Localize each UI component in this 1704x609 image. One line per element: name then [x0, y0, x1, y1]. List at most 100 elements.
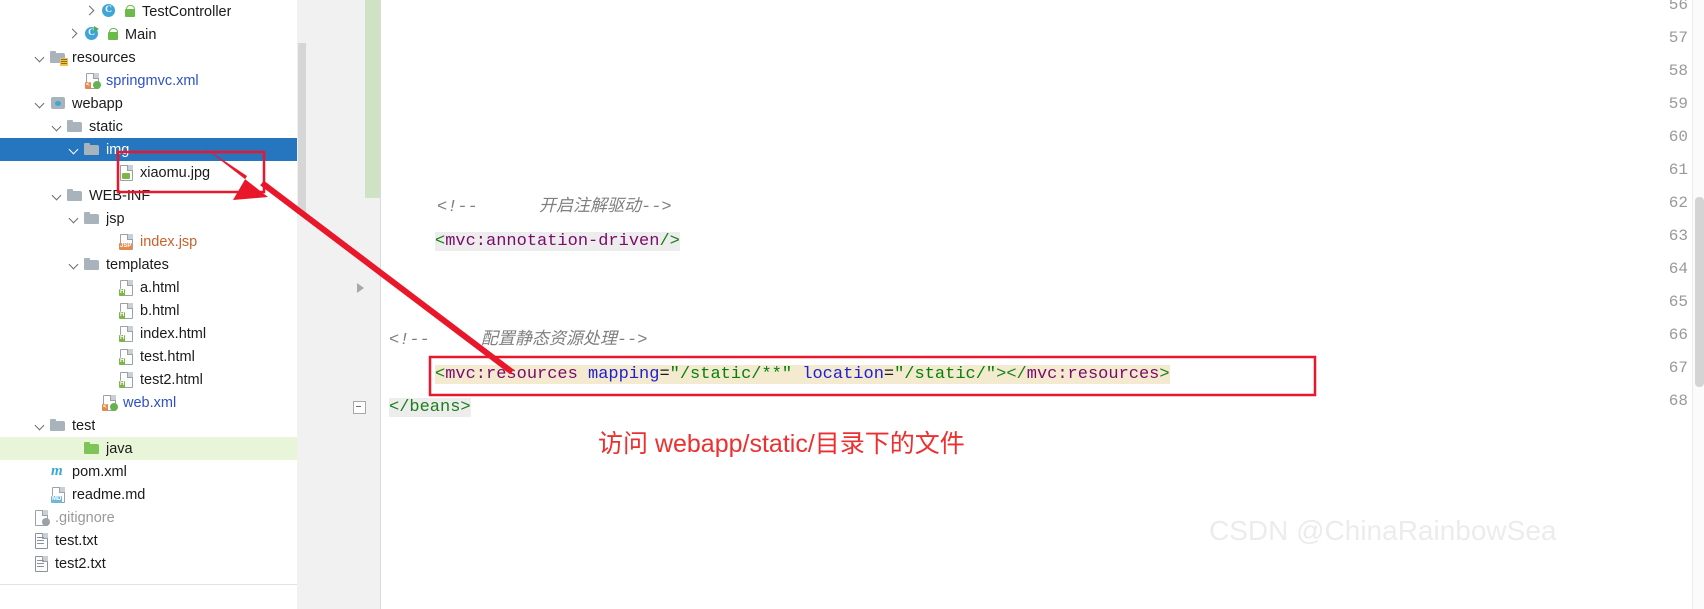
- tree-item-label: TestController: [142, 3, 232, 20]
- line-number: 59: [1668, 95, 1688, 113]
- tree-item-label: springmvc.xml: [106, 72, 199, 89]
- folder-icon: [84, 141, 101, 158]
- tree-item-test2-txt[interactable]: test2.txt: [0, 552, 297, 575]
- tree-item-label: .gitignore: [55, 509, 115, 526]
- tree-item-label: img: [106, 141, 130, 158]
- no-chevron-spacer: [68, 442, 81, 455]
- folder-green-icon: [84, 440, 101, 457]
- tree-item-label: b.html: [140, 302, 180, 319]
- no-chevron-spacer: [85, 396, 98, 409]
- tree-item-webapp[interactable]: webapp: [0, 92, 297, 115]
- tree-item-test-html[interactable]: Htest.html: [0, 345, 297, 368]
- tree-item-label: pom.xml: [72, 463, 127, 480]
- tree-item-jsp[interactable]: jsp: [0, 207, 297, 230]
- fold-collapse-icon[interactable]: [353, 401, 366, 414]
- tree-item-pom-xml[interactable]: m pom.xml: [0, 460, 297, 483]
- tree-item-label: index.html: [140, 325, 207, 342]
- no-chevron-spacer: [34, 465, 47, 478]
- tree-item-label: test2.txt: [55, 555, 106, 572]
- project-tree-panel[interactable]: C TestController C Main resources < springmvc.…: [0, 0, 297, 609]
- tree-item-xiaomu-jpg[interactable]: xiaomu.jpg: [0, 161, 297, 184]
- folder-icon: [50, 417, 67, 434]
- folder-icon: [67, 187, 84, 204]
- tree-item-templates[interactable]: templates: [0, 253, 297, 276]
- line-number: 66: [1668, 326, 1688, 344]
- code-line-beans-close[interactable]: </beans>: [389, 396, 471, 420]
- tree-item-web-xml[interactable]: < web.xml: [0, 391, 297, 414]
- no-chevron-spacer: [17, 511, 30, 524]
- html-file-icon: H: [118, 371, 135, 388]
- tree-item-b-html[interactable]: Hb.html: [0, 299, 297, 322]
- folder-icon: [84, 256, 101, 273]
- tree-item-index-jsp[interactable]: JSP index.jsp: [0, 230, 297, 253]
- tree-item-springmvc-xml[interactable]: < springmvc.xml: [0, 69, 297, 92]
- tree-item-web-inf[interactable]: WEB-INF: [0, 184, 297, 207]
- no-chevron-spacer: [102, 235, 115, 248]
- annotation-note-text: 访问 webapp/static/目录下的文件: [598, 430, 965, 458]
- code-line-mvc-resources[interactable]: <mvc:resources mapping="/static/**" loca…: [435, 363, 1170, 387]
- vertical-scrollbar[interactable]: [1695, 197, 1704, 387]
- html-file-icon: H: [118, 348, 135, 365]
- chevron-down-icon[interactable]: [68, 212, 81, 225]
- no-chevron-spacer: [102, 166, 115, 179]
- tree-item-test2-html[interactable]: Htest2.html: [0, 368, 297, 391]
- tree-item-testcontroller[interactable]: C TestController: [0, 0, 297, 23]
- text-file-icon: [33, 532, 50, 549]
- tree-item-gitignore[interactable]: .gitignore: [0, 506, 297, 529]
- unlock-icon: [106, 26, 120, 43]
- tree-item-img[interactable]: img: [0, 138, 297, 161]
- tree-item-index-html[interactable]: Hindex.html: [0, 322, 297, 345]
- vcs-added-lines-strip: [365, 0, 380, 198]
- line-number: 58: [1668, 62, 1688, 80]
- tree-item-label: readme.md: [72, 486, 146, 503]
- maven-icon: m: [51, 463, 63, 479]
- line-number: 61: [1668, 161, 1688, 179]
- no-chevron-spacer: [17, 534, 30, 547]
- tree-item-label: static: [89, 118, 123, 135]
- tree-item-label: a.html: [140, 279, 180, 296]
- project-tree-list[interactable]: C TestController C Main resources < springmvc.…: [0, 0, 297, 575]
- tree-item-label: web.xml: [123, 394, 177, 411]
- html-file-icon: H: [118, 325, 135, 342]
- no-chevron-spacer: [17, 557, 30, 570]
- tree-item-main[interactable]: C Main: [0, 23, 297, 46]
- no-chevron-spacer: [102, 327, 115, 340]
- tree-item-label: test.html: [140, 348, 195, 365]
- tree-item-label: test: [72, 417, 96, 434]
- unlock-icon: [123, 3, 137, 20]
- chevron-right-icon[interactable]: [68, 28, 81, 41]
- line-number: 68: [1668, 392, 1688, 410]
- webapp-folder-icon: [50, 95, 67, 112]
- chevron-down-icon[interactable]: [68, 258, 81, 271]
- text-file-icon: [33, 555, 50, 572]
- tree-item-test-txt[interactable]: test.txt: [0, 529, 297, 552]
- chevron-down-icon[interactable]: [34, 97, 47, 110]
- chevron-down-icon[interactable]: [34, 419, 47, 432]
- code-comment-static-resources: <!-- 配置静态资源处理-->: [389, 331, 648, 350]
- tree-item-label: index.jsp: [140, 233, 198, 250]
- chevron-down-icon[interactable]: [51, 120, 64, 133]
- line-number: 67: [1668, 359, 1688, 377]
- tree-item-java[interactable]: java: [0, 437, 297, 460]
- tree-item-readme-md[interactable]: MD readme.md: [0, 483, 297, 506]
- chevron-down-icon[interactable]: [51, 189, 64, 202]
- tree-item-a-html[interactable]: Ha.html: [0, 276, 297, 299]
- folder-icon: [84, 210, 101, 227]
- tree-item-test[interactable]: test: [0, 414, 297, 437]
- no-chevron-spacer: [102, 281, 115, 294]
- chevron-down-icon[interactable]: [68, 143, 81, 156]
- no-chevron-spacer: [102, 373, 115, 386]
- tree-item-label: templates: [106, 256, 169, 273]
- gitignore-file-icon: [33, 509, 50, 526]
- line-number: 57: [1668, 29, 1688, 47]
- tree-item-resources[interactable]: resources: [0, 46, 297, 69]
- tree-item-label: xiaomu.jpg: [140, 164, 211, 181]
- chevron-down-icon[interactable]: [34, 51, 47, 64]
- fold-arrow-icon[interactable]: [357, 283, 364, 293]
- chevron-right-icon[interactable]: [85, 5, 98, 18]
- tree-item-static[interactable]: static: [0, 115, 297, 138]
- folder-icon: [67, 118, 84, 135]
- java-class-runnable-icon: C: [84, 26, 101, 43]
- no-chevron-spacer: [68, 74, 81, 87]
- code-line-annotation-driven[interactable]: <mvc:annotation-driven/>: [435, 230, 680, 254]
